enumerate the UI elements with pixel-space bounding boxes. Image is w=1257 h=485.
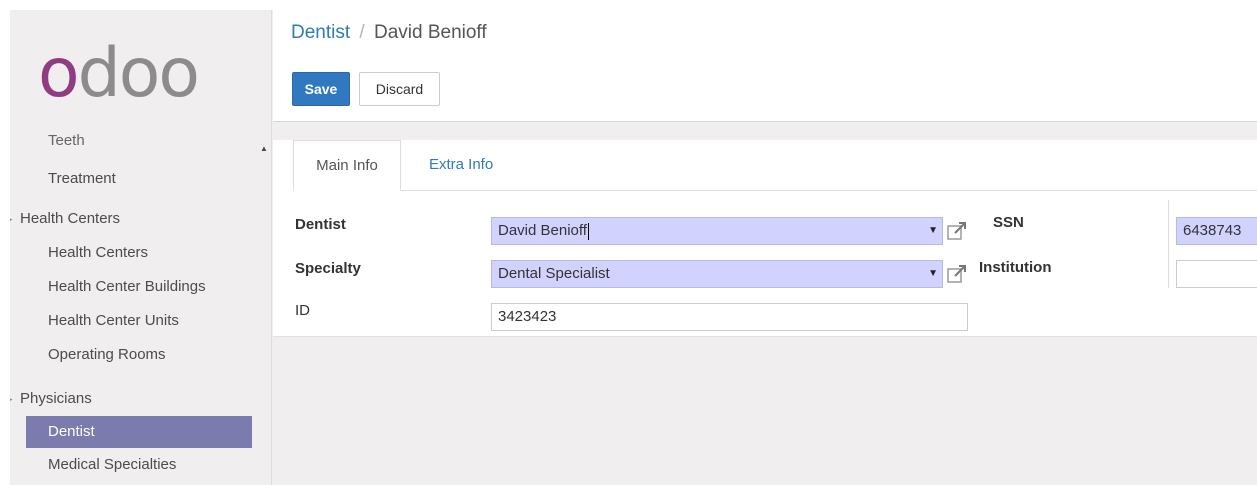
form-sheet: Main Info Extra Info Dentist Specialty I… [273, 140, 1257, 337]
id-input[interactable]: 3423423 [491, 303, 968, 331]
institution-select[interactable] [1176, 260, 1257, 288]
sidebar-menu: Teeth Treatment ▸ Health Centers Health … [10, 133, 272, 482]
sidebar: odoo ▲ Teeth Treatment ▸ Health Centers … [10, 10, 272, 485]
sidebar-section-label: Physicians [20, 390, 92, 407]
ssn-label: SSN [993, 214, 1024, 231]
specialty-value: Dental Specialist [498, 265, 610, 282]
collapse-caret-icon: ▸ [10, 394, 13, 404]
dropdown-caret-icon[interactable]: ▼ [928, 261, 938, 287]
collapse-caret-icon: ▸ [10, 214, 13, 224]
main-content: Dentist / David Benioff Save Discard Mai… [273, 10, 1257, 485]
dropdown-caret-icon[interactable]: ▼ [928, 218, 938, 244]
sidebar-item-teeth[interactable]: Teeth [10, 133, 272, 154]
breadcrumb-separator: / [359, 22, 365, 43]
breadcrumb: Dentist / David Benioff [291, 22, 487, 44]
control-panel: Dentist / David Benioff Save Discard [273, 10, 1257, 122]
sidebar-item-medical-specialties[interactable]: Medical Specialties [10, 448, 272, 482]
external-link-icon[interactable] [946, 263, 968, 285]
specialty-select[interactable]: Dental Specialist ▼ [491, 260, 943, 288]
sidebar-item-health-center-buildings[interactable]: Health Center Buildings [10, 270, 272, 304]
institution-label: Institution [979, 259, 1052, 276]
sidebar-item-health-centers[interactable]: Health Centers [10, 236, 272, 270]
form-tabs: Main Info Extra Info [293, 140, 1257, 191]
sidebar-item-treatment[interactable]: Treatment [10, 162, 272, 196]
sidebar-section-health-centers[interactable]: ▸ Health Centers [10, 202, 272, 236]
id-label: ID [295, 302, 310, 319]
dentist-select[interactable]: David Benioff ▼ [491, 217, 943, 245]
sidebar-item-operating-rooms[interactable]: Operating Rooms [10, 338, 272, 372]
sidebar-section-physicians[interactable]: ▸ Physicians [10, 382, 272, 416]
text-cursor [587, 222, 589, 240]
column-divider [1168, 200, 1169, 288]
app-window: odoo ▲ Teeth Treatment ▸ Health Centers … [10, 10, 1257, 485]
ssn-input[interactable]: 6438743 [1176, 217, 1257, 245]
tab-main-info[interactable]: Main Info [293, 140, 401, 191]
breadcrumb-current: David Benioff [373, 22, 487, 43]
save-button[interactable]: Save [292, 72, 350, 106]
sidebar-item-health-center-units[interactable]: Health Center Units [10, 304, 272, 338]
tab-extra-info[interactable]: Extra Info [413, 140, 509, 191]
sidebar-item-dentist[interactable]: Dentist [26, 416, 252, 448]
external-link-icon[interactable] [946, 220, 968, 242]
dentist-label: Dentist [295, 216, 346, 233]
odoo-logo[interactable]: odoo [38, 40, 200, 108]
specialty-label: Specialty [295, 260, 361, 277]
sidebar-section-label: Health Centers [20, 210, 121, 227]
discard-button[interactable]: Discard [359, 72, 440, 106]
breadcrumb-link-dentist[interactable]: Dentist [291, 22, 350, 43]
dentist-value: David Benioff [498, 222, 587, 239]
